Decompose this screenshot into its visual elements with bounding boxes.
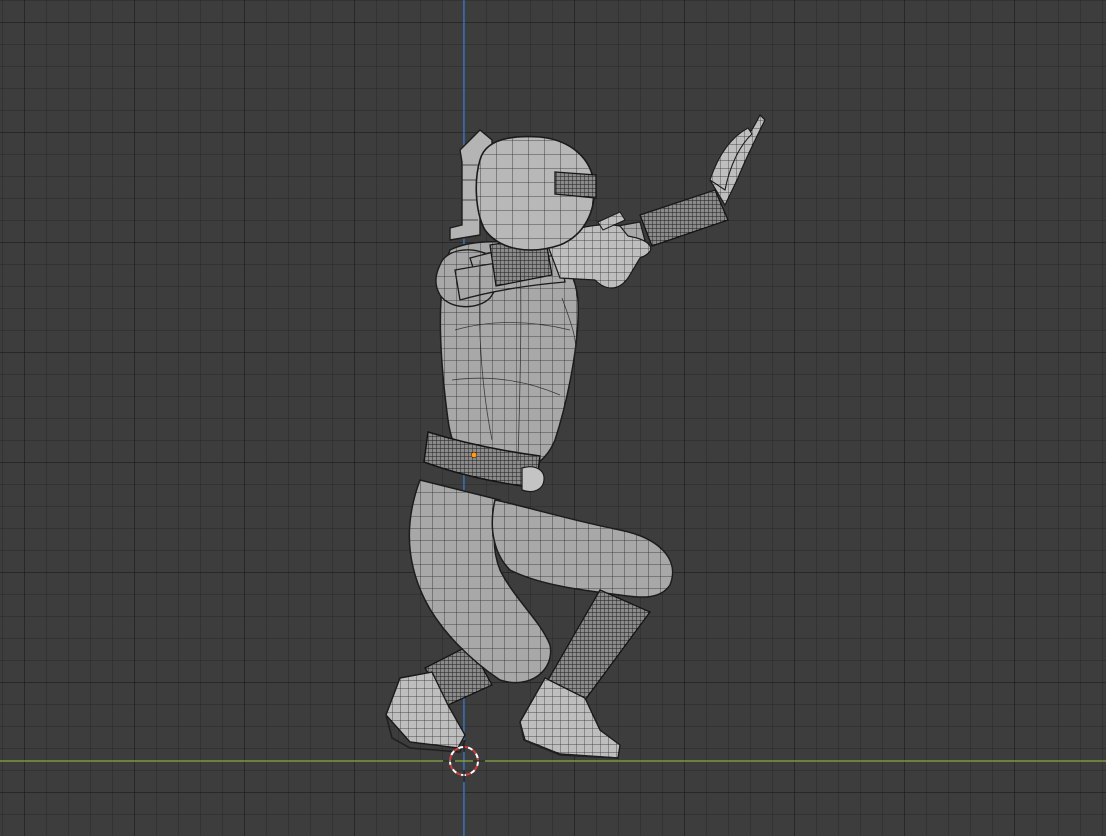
head (475, 135, 597, 251)
right-thigh (491, 499, 674, 598)
3d-viewport[interactable] (0, 0, 1106, 836)
object-origin-icon[interactable] (470, 451, 478, 459)
viewport-scene[interactable] (0, 0, 1106, 836)
